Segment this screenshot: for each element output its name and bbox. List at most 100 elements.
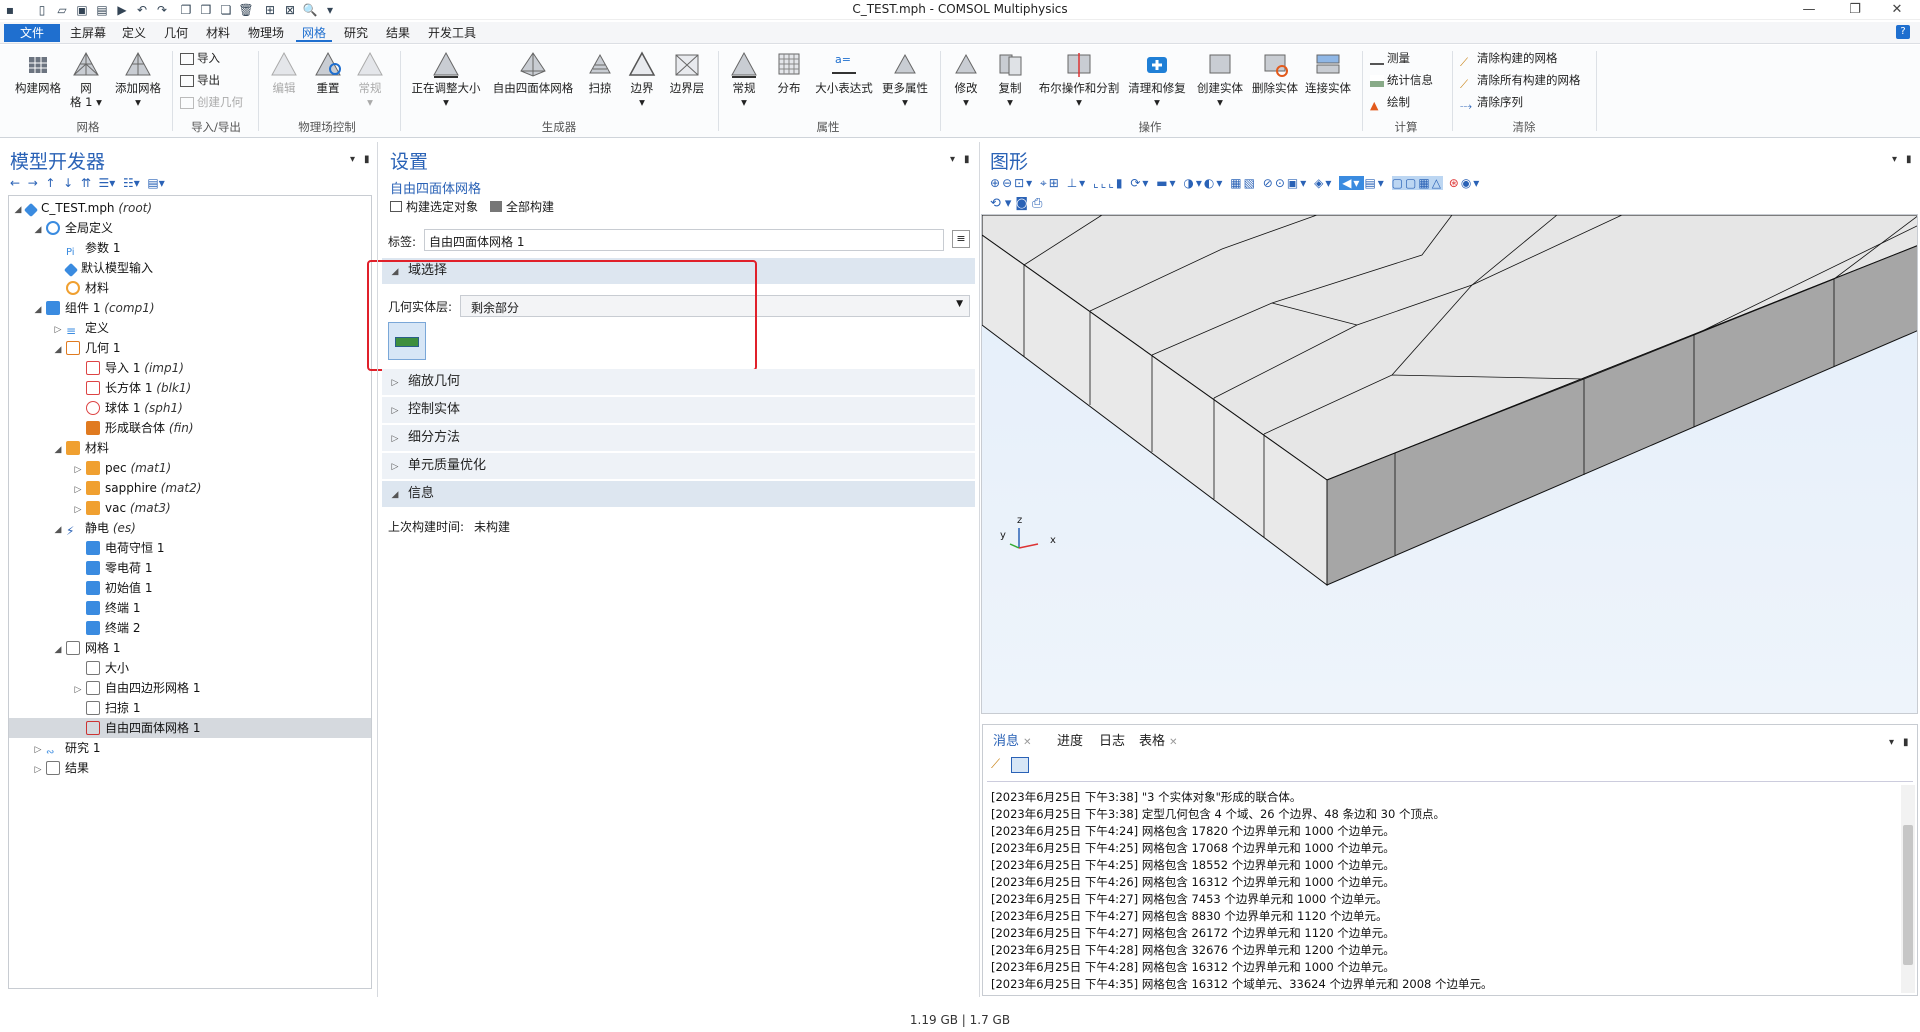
normal-button[interactable]: 常规 ▾ [352,49,388,109]
tree-item-sphere[interactable]: 球体 1 (sph1) [73,398,183,418]
pin-icon[interactable]: ▮ [364,154,370,165]
menu-developer[interactable]: 开发工具 [422,24,482,42]
view-icon[interactable]: ▤▾ [147,176,164,190]
tree-item-free-quad[interactable]: ▷ 自由四边形网格 1 [73,678,200,698]
pane-menu-icon[interactable]: ▾ [350,154,355,165]
close-icon[interactable]: ✕ [1023,737,1031,748]
tree-item-root[interactable]: ◢ C_TEST.mph (root) [13,198,152,218]
label-edit-icon[interactable]: ≡ [952,230,970,248]
layers-icon[interactable]: ◈▾ [1314,176,1333,190]
scroll-lock-icon[interactable] [1011,757,1029,773]
section-tessellation[interactable]: ▷ 细分方法 [382,425,975,451]
scrollbar-thumb[interactable] [1903,825,1913,965]
tree-item-definitions[interactable]: ▷ ≡ 定义 [53,318,109,338]
tree-item-import[interactable]: 导入 1 (imp1) [73,358,184,378]
zoom-box-icon[interactable]: ⊡▾ [1014,176,1034,190]
connect-entity-button[interactable]: 连接实体 [1302,49,1354,95]
clear-messages-icon[interactable]: ⟋ [991,757,1000,772]
pin-icon[interactable]: ▮ [1903,737,1909,748]
tree-item-component[interactable]: ◢ 组件 1 (comp1) [33,298,155,318]
minimize-button[interactable]: — [1786,0,1832,20]
zoom-extents-icon[interactable]: ⌖ [1040,176,1049,190]
tree-item-charge-conservation[interactable]: 电荷守恒 1 [73,538,164,558]
show-icon[interactable]: ⊙ [1275,176,1287,190]
tree-item-electrostatics[interactable]: ◢ ⚡ 静电 (es) [53,518,136,538]
select-box-icon[interactable]: ▬▾ [1156,176,1177,190]
size-expression-button[interactable]: a= 大小表达式 [812,49,876,95]
menu-study[interactable]: 研究 [338,24,374,42]
menu-materials[interactable]: 材料 [200,24,236,42]
distribution-button[interactable]: 分布 [770,49,808,95]
clear-sequence-button[interactable]: ⤏ 清除序列 [1460,93,1523,113]
render-icon[interactable]: ◑▾ [1183,176,1204,190]
select-edge-icon[interactable]: ▦ [1418,176,1432,190]
tree-item-terminal-1[interactable]: 终端 1 [73,598,140,618]
edit-button[interactable]: 编辑 [266,49,302,95]
section-information[interactable]: ◢ 信息 [382,481,975,507]
camera-icon[interactable]: ◙ [1015,196,1032,211]
tree-item-geometry[interactable]: ◢ 几何 1 [53,338,120,358]
splitter[interactable] [377,142,378,997]
menu-mesh[interactable]: 网格 [296,24,333,42]
back-arrow-icon[interactable]: ← [10,176,20,190]
close-icon[interactable]: ✕ [1169,737,1177,748]
tree-item-mesh[interactable]: ◢ 网格 1 [53,638,120,658]
select-boundary-icon[interactable]: ▢ [1405,176,1419,190]
wireframe-icon[interactable]: ▧ [1244,176,1257,190]
select-point-icon[interactable]: △ [1431,176,1443,190]
graphics-canvas[interactable]: z y x [981,214,1918,714]
select-domain-icon[interactable]: ▢ [1391,176,1405,190]
tree-item-pec[interactable]: ▷ pec (mat1) [73,458,171,478]
clear-selection-icon[interactable]: ⊛ [1449,176,1461,190]
menu-home[interactable]: 主屏幕 [64,24,112,42]
help-icon[interactable]: ? [1896,25,1910,39]
zoom-in-icon[interactable]: ⊕ [990,176,1002,190]
section-scale-geometry[interactable]: ▷ 缩放几何 [382,369,975,395]
pane-menu-icon[interactable]: ▾ [1889,737,1894,748]
statistics-button[interactable]: 统计信息 [1370,71,1433,89]
tab-log[interactable]: 日志 [1093,731,1131,753]
create-geometry-button[interactable]: 创建几何 [180,93,243,111]
boolean-button[interactable]: 布尔操作和分割 ▾ [1034,49,1124,109]
view-3d-icon[interactable]: ▮ [1116,176,1125,190]
section-control-entities[interactable]: ▷ 控制实体 [382,397,975,423]
import-button[interactable]: 导入 [180,49,220,67]
boundary-button[interactable]: 边界 ▾ [624,49,660,109]
tree-item-global-definitions[interactable]: ◢ 全局定义 [33,218,113,238]
clear-all-built-button[interactable]: ⟋ 清除所有构建的网格 [1460,71,1581,91]
pin-icon[interactable]: ▮ [1906,154,1912,165]
transparency-icon[interactable]: ▦ [1230,176,1243,190]
reset-view-icon[interactable]: ⟲▾ [990,196,1015,211]
measure-button[interactable]: 测量 [1370,49,1410,67]
delete-entity-button[interactable]: 删除实体 [1250,49,1300,95]
show-icon[interactable]: ☰▾ [99,176,116,190]
image-snapshot-icon[interactable]: ◉▾ [1461,176,1482,190]
pin-icon[interactable]: ▮ [964,154,970,165]
move-down-icon[interactable]: ↓ [63,176,73,190]
splitter[interactable] [979,142,980,997]
tree-item-parameters[interactable]: Pi 参数 1 [53,238,120,258]
sweep-button[interactable]: 扫掠 [582,49,618,95]
view-axis-icon[interactable]: ⊥▾ [1067,176,1087,190]
menu-geometry[interactable]: 几何 [158,24,194,42]
menu-file[interactable]: 文件 [4,24,60,42]
regular-button[interactable]: 常规 ▾ [724,49,764,109]
select-objects-icon[interactable]: ▤▾ [1364,176,1385,190]
copy-button[interactable]: 复制 ▾ [990,49,1030,109]
build-selected-button[interactable]: 构建选定对象 [390,198,478,215]
build-all-button[interactable]: 全部构建 [490,198,554,215]
tree-item-initial-values[interactable]: 初始值 1 [73,578,152,598]
label-field[interactable]: 自由四面体网格 1 [424,229,944,251]
tab-progress[interactable]: 进度 [1051,731,1089,753]
tree-item-global-materials[interactable]: 材料 [53,278,109,298]
pane-menu-icon[interactable]: ▾ [950,154,955,165]
export-button[interactable]: 导出 [180,71,220,89]
pane-menu-icon[interactable]: ▾ [1892,154,1897,165]
mesh1-button[interactable]: 网 格 1 ▾ [70,49,102,109]
adjusting-size-button[interactable]: 正在调整大小 ▾ [406,49,486,109]
tab-table[interactable]: 表格 ✕ [1133,731,1184,753]
boundary-layer-button[interactable]: 边界层 [664,49,710,95]
rotate-icon[interactable]: ⟳▾ [1130,176,1150,190]
tree-item-zero-charge[interactable]: 零电荷 1 [73,558,152,578]
menu-definitions[interactable]: 定义 [116,24,152,42]
